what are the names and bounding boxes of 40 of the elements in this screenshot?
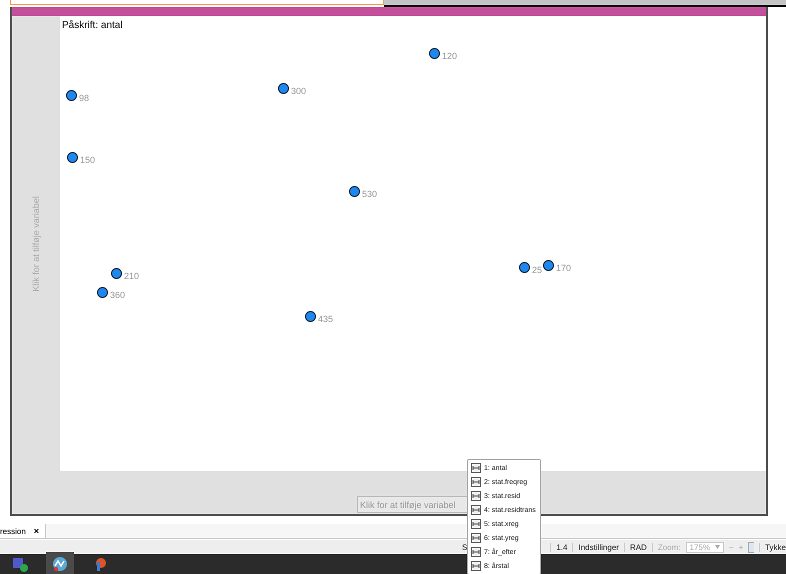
version-text: 1.4 (550, 542, 568, 552)
data-point[interactable] (305, 310, 316, 322)
close-icon[interactable]: × (34, 526, 40, 536)
variable-icon (471, 477, 481, 487)
angle-mode[interactable]: RAD (624, 542, 647, 552)
data-point[interactable] (278, 82, 289, 94)
variable-icon (471, 561, 481, 571)
point-label: 435 (318, 314, 334, 324)
point-label: 120 (442, 51, 458, 61)
app-icon[interactable] (52, 556, 68, 572)
zoom-label: Zoom: (652, 542, 680, 552)
point-label: 98 (79, 93, 90, 103)
status-text: S (462, 542, 468, 552)
point-label: 210 (124, 271, 140, 281)
settings-button[interactable]: Indstillinger (572, 542, 619, 552)
data-point[interactable] (97, 286, 108, 298)
data-point[interactable] (111, 268, 122, 278)
data-point[interactable] (66, 90, 77, 100)
data-point[interactable] (429, 48, 440, 58)
caret-icon (714, 545, 720, 550)
variable-icon (471, 533, 481, 543)
point-label: 150 (80, 155, 96, 165)
axis-field[interactable]: Klik for at tilføje variabel (357, 496, 469, 514)
variable-icon (471, 463, 481, 473)
data-point[interactable] (349, 186, 360, 196)
point-label: 300 (291, 86, 306, 96)
data-point[interactable] (543, 260, 554, 270)
point-label: 170 (556, 263, 572, 273)
point-label: 360 (110, 290, 126, 300)
status-text: Tykke (759, 542, 786, 552)
variable-icon (471, 491, 481, 501)
point-label: 25 (532, 265, 542, 275)
variable-icon (471, 505, 481, 515)
variable-icon (471, 519, 481, 529)
document-tab[interactable]: ression × (0, 524, 46, 538)
data-point[interactable] (67, 152, 78, 162)
point-label: 530 (362, 189, 378, 199)
data-point[interactable] (519, 262, 530, 272)
plot-caption: Påskrift: antal (62, 20, 123, 31)
variable-icon (471, 547, 481, 557)
